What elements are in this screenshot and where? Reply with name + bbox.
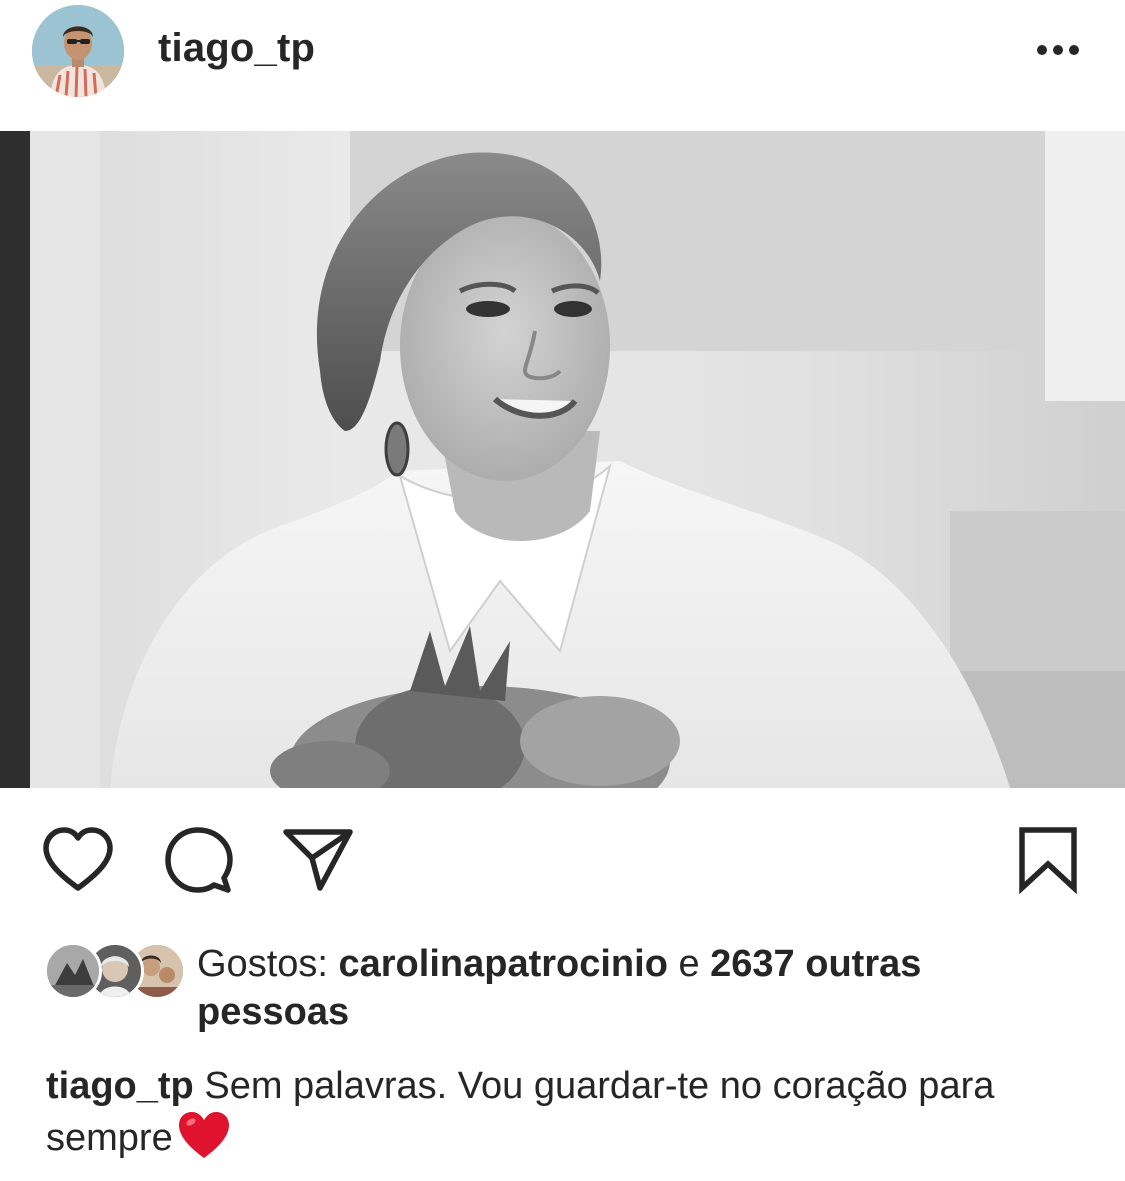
author-username[interactable]: tiago_tp: [158, 26, 315, 71]
save-button[interactable]: [1008, 820, 1088, 900]
liker-avatar: [44, 942, 102, 1000]
comment-button[interactable]: [158, 820, 238, 900]
liker-username-link[interactable]: carolinapatrocinio: [339, 943, 668, 985]
post-caption: tiago_tp Sem palavras. Vou guardar-te no…: [46, 1062, 1086, 1162]
post-action-bar: [0, 820, 1125, 900]
author-avatar[interactable]: [32, 5, 124, 97]
paper-plane-icon: [283, 829, 353, 891]
heart-outline-icon: [43, 827, 113, 891]
like-button[interactable]: [38, 820, 118, 900]
share-button[interactable]: [278, 820, 358, 900]
liker-avatars[interactable]: [44, 942, 186, 1002]
more-options-button[interactable]: [1030, 30, 1086, 70]
more-horizontal-icon: [1037, 45, 1079, 55]
likes-summary: Gostos: carolinapatrocinio e 2637 outras…: [0, 938, 1125, 1038]
comment-bubble-icon: [165, 827, 233, 893]
instagram-post: tiago_tp Gostos: carolinapatrocinio e 26…: [0, 0, 1125, 1181]
bookmark-icon: [1019, 827, 1077, 895]
post-header: tiago_tp: [0, 0, 1125, 100]
red-heart-emoji-icon: [177, 1110, 231, 1160]
likes-prefix: Gostos:: [197, 943, 339, 985]
caption-username[interactable]: tiago_tp: [46, 1065, 194, 1107]
post-photo[interactable]: [0, 131, 1125, 788]
likes-text: Gostos: carolinapatrocinio e 2637 outras…: [197, 940, 1077, 1036]
likes-conjunction: e: [667, 943, 711, 985]
